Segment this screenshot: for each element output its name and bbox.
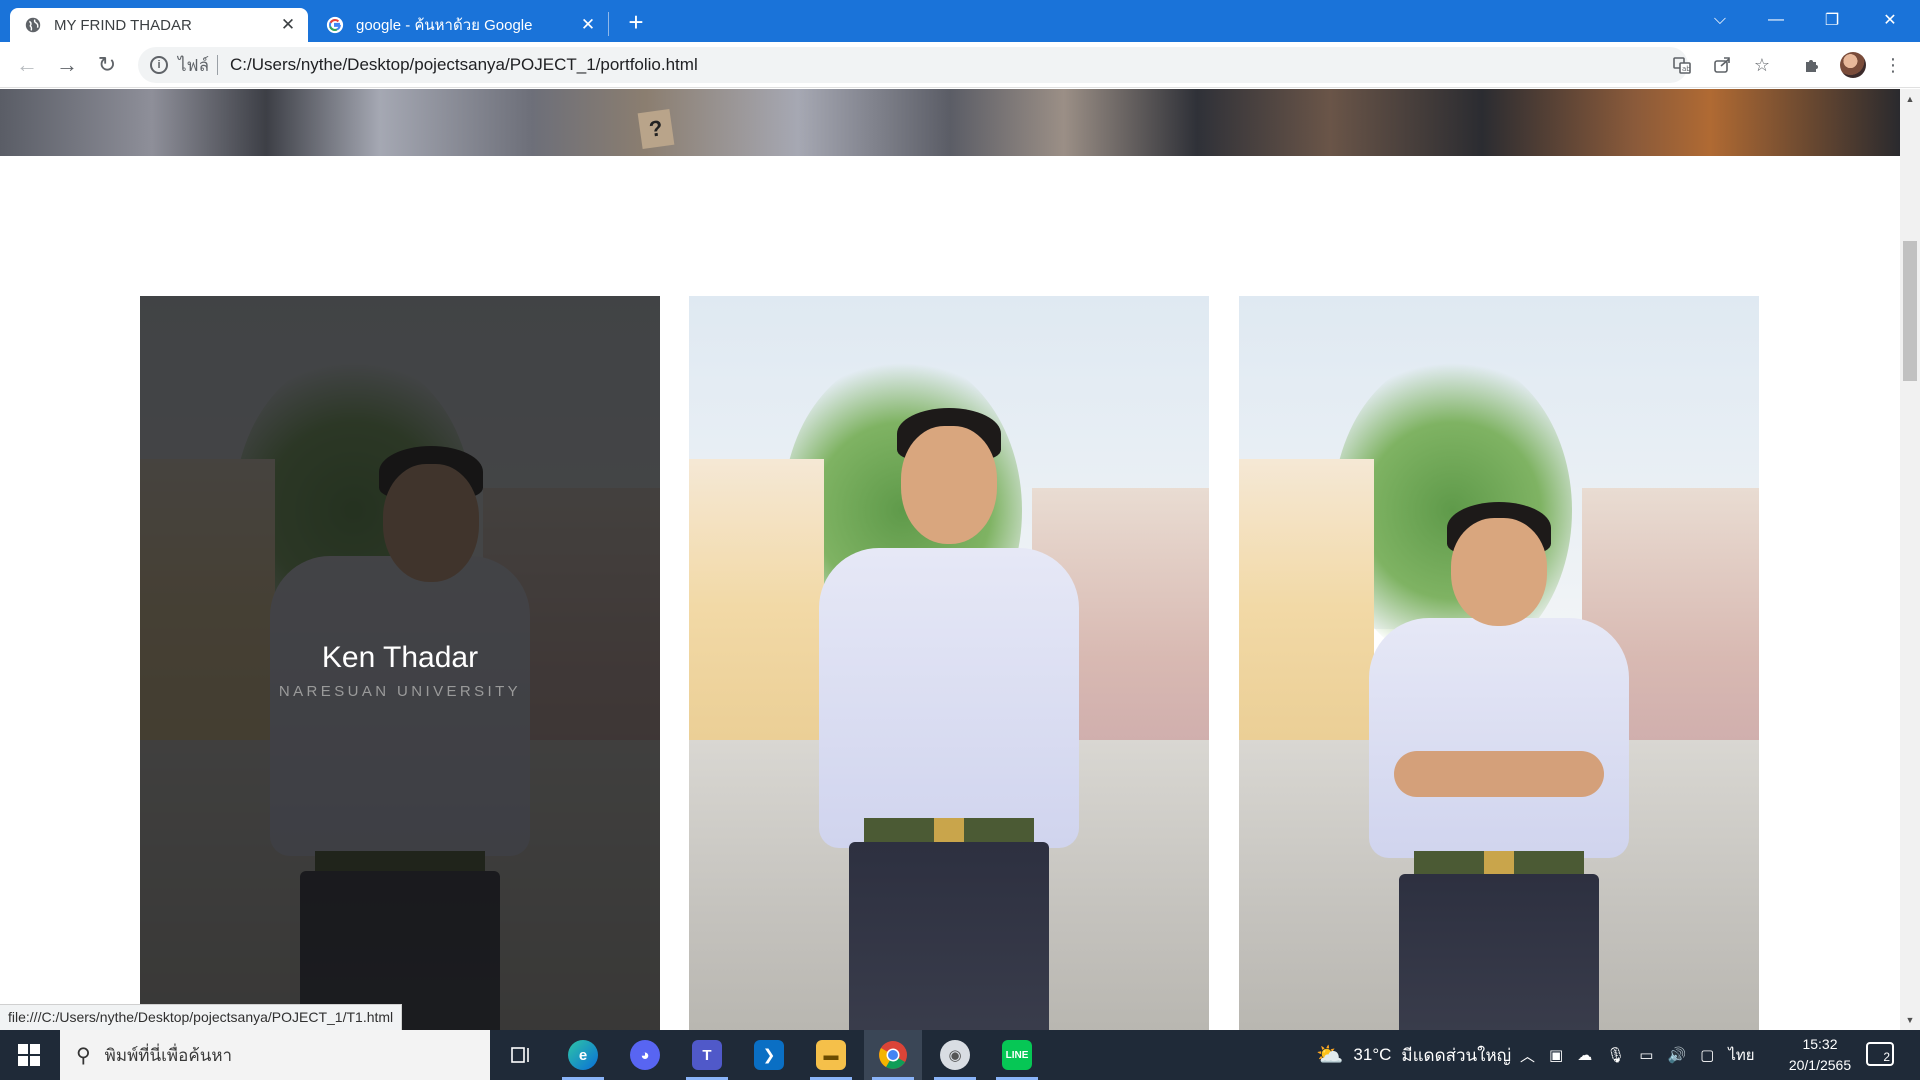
globe-icon bbox=[25, 17, 41, 33]
portfolio-photo bbox=[689, 296, 1209, 1030]
minimize-icon[interactable]: — bbox=[1748, 0, 1804, 40]
windows-taskbar: ⚲ พิมพ์ที่นี่เพื่อค้นหา e ◕ T ❯ ▬ ◉ LINE… bbox=[0, 1030, 1920, 1080]
meet-now-icon[interactable]: ▣ bbox=[1549, 1046, 1563, 1064]
forward-icon[interactable]: → bbox=[50, 48, 84, 82]
scrollbar-thumb[interactable] bbox=[1903, 241, 1917, 381]
address-url[interactable]: C:/Users/nythe/Desktop/pojectsanya/POJEC… bbox=[230, 55, 698, 75]
new-tab-button[interactable]: + bbox=[622, 7, 650, 37]
onedrive-cloud-icon[interactable]: ☁ bbox=[1577, 1046, 1592, 1064]
tab-search-chevron-icon[interactable]: ⌵ bbox=[1692, 0, 1748, 40]
chrome-icon bbox=[879, 1041, 907, 1069]
taskbar-app-teams[interactable]: T bbox=[678, 1030, 736, 1080]
google-g-icon bbox=[326, 16, 344, 34]
hero-image: ? bbox=[0, 89, 1900, 156]
restore-icon[interactable]: ❐ bbox=[1804, 0, 1860, 40]
portfolio-card[interactable] bbox=[689, 296, 1209, 1030]
edge-icon: e bbox=[568, 1040, 598, 1070]
address-divider bbox=[217, 55, 219, 75]
tab-title: google - ค้นหาด้วย Google bbox=[356, 17, 533, 34]
page-viewport: ? Ken Thadar NARESUAN UNIVERSITY bbox=[0, 89, 1900, 1030]
microphone-icon[interactable]: 🎙 bbox=[1606, 1046, 1625, 1064]
start-button[interactable] bbox=[0, 1030, 58, 1080]
search-icon: ⚲ bbox=[76, 1044, 91, 1067]
translate-icon[interactable]: ab bbox=[1669, 52, 1695, 78]
address-bar[interactable]: i ไฟล์ C:/Users/nythe/Desktop/pojectsany… bbox=[138, 47, 1688, 83]
close-window-icon[interactable]: ✕ bbox=[1862, 0, 1918, 40]
clock-time: 15:32 bbox=[1802, 1036, 1838, 1052]
taskbar-app-file-explorer[interactable]: ▬ bbox=[802, 1030, 860, 1080]
card-title: Ken Thadar bbox=[321, 640, 479, 674]
media-player-icon: ◉ bbox=[940, 1040, 970, 1070]
notification-center-icon[interactable]: 2 bbox=[1866, 1042, 1894, 1066]
battery-icon[interactable]: ▭ bbox=[1639, 1046, 1653, 1064]
sun-cloud-icon: ⛅ bbox=[1316, 1042, 1344, 1067]
weather-widget[interactable]: ⛅ 31°C มีแดดส่วนใหญ่ bbox=[1316, 1030, 1511, 1080]
system-tray: ︿ ▣ ☁ 🎙 ▭ 🔊 ▢ ไทย bbox=[1520, 1030, 1755, 1080]
reload-icon[interactable]: ↻ bbox=[90, 48, 124, 82]
info-icon[interactable]: i bbox=[150, 56, 168, 74]
taskbar-app-edge[interactable]: e bbox=[554, 1030, 612, 1080]
menu-kebab-icon[interactable]: ⋮ bbox=[1880, 52, 1906, 78]
tab-inactive[interactable]: google - ค้นหาด้วย Google ✕ bbox=[312, 8, 608, 42]
network-icon[interactable]: ▢ bbox=[1700, 1046, 1714, 1064]
folder-icon: ▬ bbox=[816, 1040, 846, 1070]
vertical-scrollbar[interactable]: ▲ ▼ bbox=[1900, 89, 1920, 1030]
taskbar-app-chrome[interactable] bbox=[864, 1030, 922, 1080]
taskbar-app-line[interactable]: LINE bbox=[988, 1030, 1046, 1080]
task-view-button[interactable] bbox=[492, 1030, 550, 1080]
taskbar-app-discord[interactable]: ◕ bbox=[616, 1030, 674, 1080]
taskbar-clock[interactable]: 15:32 20/1/2565 bbox=[1770, 1034, 1870, 1076]
vscode-icon: ❯ bbox=[754, 1040, 784, 1070]
close-tab-icon[interactable]: ✕ bbox=[278, 15, 298, 35]
portfolio-card[interactable] bbox=[1239, 296, 1759, 1030]
volume-icon[interactable]: 🔊 bbox=[1667, 1046, 1686, 1064]
browser-titlebar: MY FRIND THADAR ✕ google - ค้นหาด้วย Goo… bbox=[0, 0, 1920, 42]
taskbar-app-media-player[interactable]: ◉ bbox=[926, 1030, 984, 1080]
taskbar-app-vscode[interactable]: ❯ bbox=[740, 1030, 798, 1080]
notification-count: 2 bbox=[1883, 1050, 1890, 1064]
bookmark-star-icon[interactable]: ☆ bbox=[1749, 52, 1775, 78]
card-hover-overlay: Ken Thadar NARESUAN UNIVERSITY bbox=[140, 296, 660, 1030]
svg-text:ab: ab bbox=[1682, 65, 1691, 73]
extensions-puzzle-icon[interactable] bbox=[1799, 52, 1825, 78]
close-tab-icon[interactable]: ✕ bbox=[578, 15, 598, 35]
search-placeholder: พิมพ์ที่นี่เพื่อค้นหา bbox=[104, 1045, 233, 1065]
scroll-down-icon[interactable]: ▼ bbox=[1900, 1012, 1920, 1028]
taskbar-search-box[interactable]: ⚲ พิมพ์ที่นี่เพื่อค้นหา bbox=[60, 1030, 490, 1080]
tab-title: MY FRIND THADAR bbox=[54, 16, 192, 34]
person-figure bbox=[689, 296, 1209, 1030]
card-subtitle: NARESUAN UNIVERSITY bbox=[278, 682, 522, 700]
teams-icon: T bbox=[692, 1040, 722, 1070]
profile-avatar[interactable] bbox=[1840, 52, 1866, 78]
back-icon[interactable]: ← bbox=[10, 48, 44, 82]
tab-separator bbox=[608, 12, 609, 36]
clock-date: 20/1/2565 bbox=[1788, 1057, 1852, 1073]
address-scheme-label: ไฟล์ bbox=[178, 55, 210, 75]
input-language[interactable]: ไทย bbox=[1728, 1043, 1754, 1067]
tab-active[interactable]: MY FRIND THADAR ✕ bbox=[10, 8, 308, 42]
portfolio-photo bbox=[1239, 296, 1759, 1030]
link-status-bubble: file:///C:/Users/nythe/Desktop/pojectsan… bbox=[0, 1004, 403, 1030]
portfolio-card[interactable]: Ken Thadar NARESUAN UNIVERSITY bbox=[140, 296, 660, 1030]
hero-question-sign: ? bbox=[637, 108, 675, 150]
task-view-icon bbox=[511, 1047, 529, 1063]
weather-temp: 31°C bbox=[1353, 1045, 1392, 1064]
chevron-up-icon[interactable]: ︿ bbox=[1520, 1045, 1535, 1066]
scroll-up-icon[interactable]: ▲ bbox=[1900, 91, 1920, 107]
weather-desc: มีแดดส่วนใหญ่ bbox=[1401, 1045, 1512, 1065]
person-figure bbox=[1239, 296, 1759, 1030]
share-icon[interactable] bbox=[1709, 52, 1735, 78]
line-icon: LINE bbox=[1002, 1040, 1032, 1070]
browser-toolbar: ← → ↻ i ไฟล์ C:/Users/nythe/Desktop/poje… bbox=[0, 42, 1920, 88]
windows-logo-icon bbox=[18, 1044, 40, 1066]
discord-icon: ◕ bbox=[630, 1040, 660, 1070]
